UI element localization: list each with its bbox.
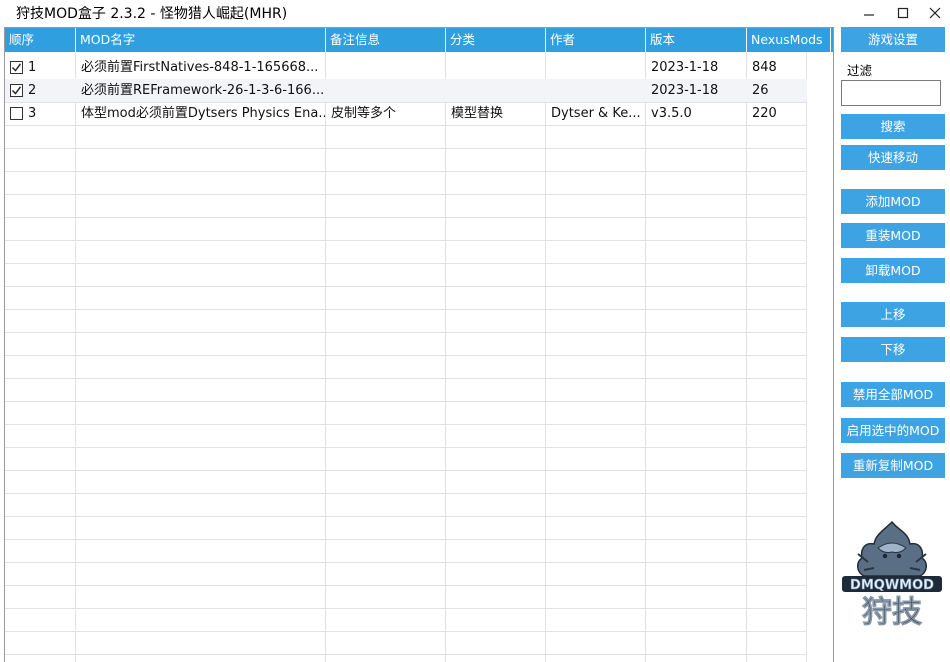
move-up-button[interactable]: 上移 xyxy=(841,302,945,327)
close-icon xyxy=(929,7,941,19)
mod-name-cell: 体型mod必须前置Dytsers Physics Ena... xyxy=(81,106,325,121)
column-header-nexusmods[interactable]: NexusMods xyxy=(747,28,831,52)
author-cell xyxy=(546,79,645,102)
column-header-version[interactable]: 版本 xyxy=(646,28,747,52)
table-row[interactable]: 1 必须前置FirstNatives-848-1-165668... 2023-… xyxy=(5,56,807,79)
nexus-id-cell: 848 xyxy=(752,60,777,75)
order-cell: 2 xyxy=(5,79,75,102)
mod-name-cell: 必须前置REFramework-26-1-3-6-166... xyxy=(81,83,325,98)
version-cell: v3.5.0 xyxy=(651,106,692,121)
category-cell xyxy=(446,79,545,102)
order-cell: 1 xyxy=(5,56,75,79)
column-header-order[interactable]: 顺序 xyxy=(5,28,76,52)
title-bar: 狩技MOD盒子 2.3.2 - 怪物猎人崛起(MHR) xyxy=(0,0,950,26)
author-cell xyxy=(546,56,645,79)
author-cell: Dytser & Ke... xyxy=(551,106,641,121)
column-header-mod-name[interactable]: MOD名字 xyxy=(76,28,326,52)
order-number: 1 xyxy=(28,60,37,75)
filter-label: 过滤 xyxy=(847,63,873,78)
order-number: 2 xyxy=(28,83,37,98)
close-button[interactable] xyxy=(918,0,950,26)
nexus-id-cell: 220 xyxy=(752,106,777,121)
checkmark-icon xyxy=(12,86,22,95)
quick-move-button[interactable]: 快速移动 xyxy=(841,145,945,170)
category-cell: 模型替换 xyxy=(451,106,504,121)
filter-input[interactable] xyxy=(841,80,941,106)
version-cell: 2023-1-18 xyxy=(651,83,719,98)
add-mod-button[interactable]: 添加MOD xyxy=(841,189,945,214)
note-cell: 皮制等多个 xyxy=(331,106,397,121)
table-row[interactable]: 2 必须前置REFramework-26-1-3-6-166... 2023-1… xyxy=(5,79,807,102)
grid-lines xyxy=(5,52,807,662)
reinstall-mod-button[interactable]: 重装MOD xyxy=(841,223,945,248)
disable-all-mods-button[interactable]: 禁用全部MOD xyxy=(841,382,945,407)
enable-selected-mods-button[interactable]: 启用选中的MOD xyxy=(841,418,945,443)
order-cell: 3 xyxy=(5,102,75,125)
dragon-emblem-icon: DMQWMOD 狩技 xyxy=(842,520,942,630)
search-button[interactable]: 搜索 xyxy=(841,114,945,139)
minimize-icon xyxy=(864,14,874,16)
dmqwmod-logo: DMQWMOD 狩技 xyxy=(838,518,946,630)
checkmark-icon xyxy=(12,63,22,72)
category-cell xyxy=(446,56,545,79)
nexus-id-cell: 26 xyxy=(752,83,769,98)
minimize-button[interactable] xyxy=(852,0,886,26)
order-number: 3 xyxy=(28,106,37,121)
column-header-note[interactable]: 备注信息 xyxy=(326,28,446,52)
version-cell: 2023-1-18 xyxy=(651,60,719,75)
logo-text-top: DMQWMOD xyxy=(850,578,934,593)
enable-checkbox[interactable] xyxy=(10,84,23,97)
grid-header: 顺序 MOD名字 备注信息 分类 作者 版本 NexusMods xyxy=(5,28,833,52)
window-title: 狩技MOD盒子 2.3.2 - 怪物猎人崛起(MHR) xyxy=(16,6,288,22)
logo-text-bottom: 狩技 xyxy=(862,595,922,628)
column-header-author[interactable]: 作者 xyxy=(546,28,646,52)
game-settings-button[interactable]: 游戏设置 xyxy=(841,27,945,52)
mod-grid[interactable]: 顺序 MOD名字 备注信息 分类 作者 版本 NexusMods 1 必须前置F… xyxy=(4,27,834,662)
move-down-button[interactable]: 下移 xyxy=(841,337,945,362)
column-header-category[interactable]: 分类 xyxy=(446,28,546,52)
note-cell xyxy=(326,56,445,79)
enable-checkbox[interactable] xyxy=(10,61,23,74)
maximize-icon xyxy=(897,7,909,19)
note-cell xyxy=(326,79,445,102)
mod-name-cell: 必须前置FirstNatives-848-1-165668... xyxy=(81,60,319,75)
enable-checkbox[interactable] xyxy=(10,107,23,120)
maximize-button[interactable] xyxy=(886,0,920,26)
uninstall-mod-button[interactable]: 卸载MOD xyxy=(841,258,945,283)
recopy-mod-button[interactable]: 重新复制MOD xyxy=(841,453,945,478)
table-row[interactable]: 3 体型mod必须前置Dytsers Physics Ena... 皮制等多个 … xyxy=(5,102,807,125)
